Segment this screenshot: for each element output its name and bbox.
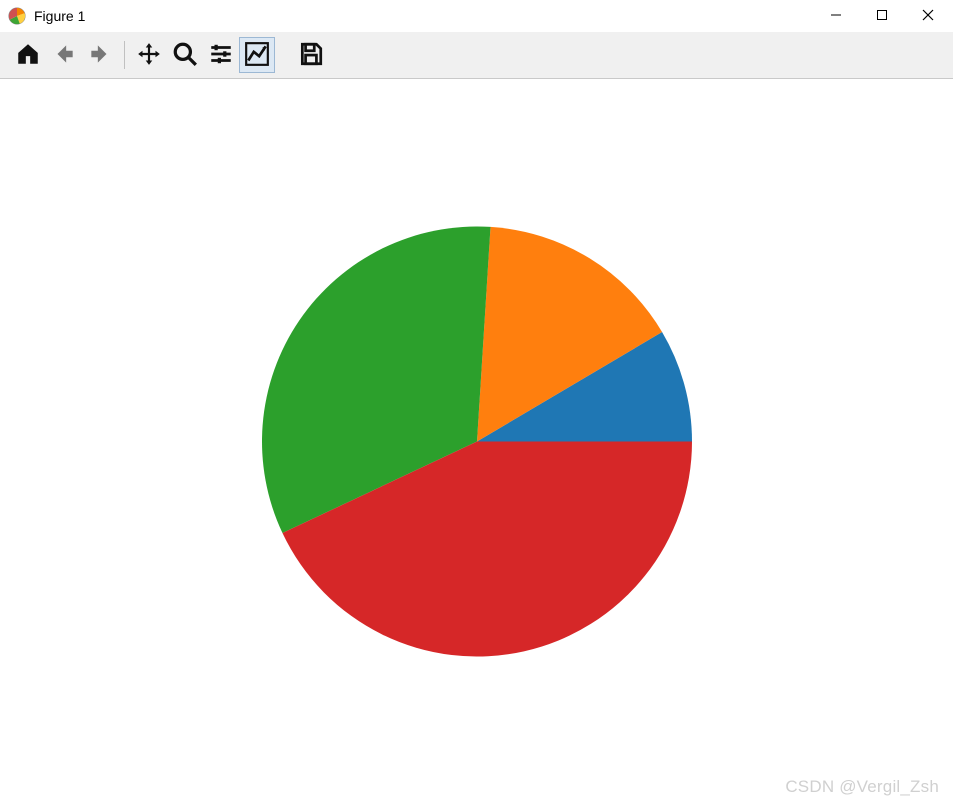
toolbar	[0, 32, 953, 79]
forward-button[interactable]	[82, 37, 118, 73]
home-icon	[15, 41, 41, 70]
arrow-right-icon	[87, 41, 113, 70]
minimize-button[interactable]	[813, 0, 859, 30]
app-icon	[8, 7, 26, 25]
magnifier-icon	[172, 41, 198, 70]
line-chart-icon	[244, 41, 270, 70]
move-icon	[136, 41, 162, 70]
window-title: Figure 1	[34, 8, 85, 24]
save-button[interactable]	[293, 37, 329, 73]
window-controls	[813, 0, 951, 32]
maximize-button[interactable]	[859, 0, 905, 30]
save-icon	[298, 41, 324, 70]
close-button[interactable]	[905, 0, 951, 30]
pan-button[interactable]	[131, 37, 167, 73]
zoom-button[interactable]	[167, 37, 203, 73]
home-button[interactable]	[10, 37, 46, 73]
window-titlebar: Figure 1	[0, 0, 953, 32]
sliders-icon	[208, 41, 234, 70]
pie-chart	[262, 227, 692, 660]
watermark-text: CSDN @Vergil_Zsh	[785, 777, 939, 797]
configure-subplots-button[interactable]	[203, 37, 239, 73]
figure-canvas[interactable]: CSDN @Vergil_Zsh	[0, 79, 953, 807]
back-button[interactable]	[46, 37, 82, 73]
edit-axes-button[interactable]	[239, 37, 275, 73]
arrow-left-icon	[51, 41, 77, 70]
toolbar-separator	[124, 41, 125, 69]
